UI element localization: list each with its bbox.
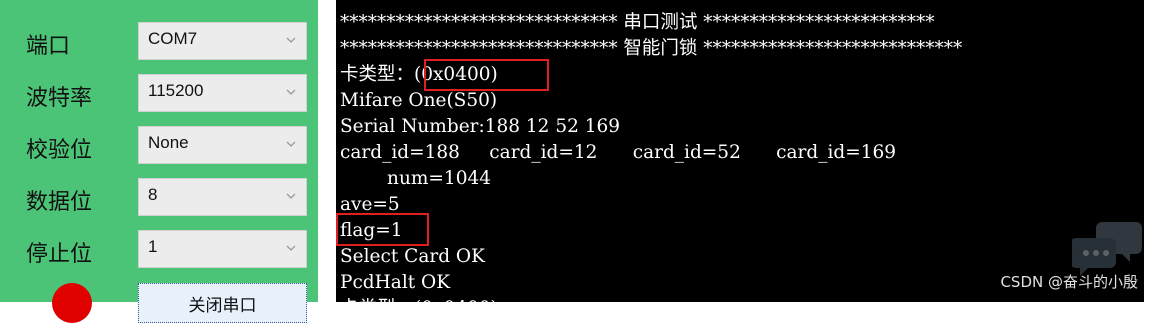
serial-output-terminal[interactable]: ****************************** 串口测试 ****…	[336, 0, 1144, 302]
status-indicator	[52, 283, 92, 323]
databits-select[interactable]: 8	[138, 178, 307, 216]
terminal-line: Select Card OK	[340, 246, 485, 267]
baud-row: 波特率 115200	[0, 74, 318, 114]
port-value: COM7	[148, 29, 198, 48]
baud-value: 115200	[148, 81, 204, 100]
databits-row: 数据位 8	[0, 178, 318, 218]
chevron-down-icon	[284, 241, 298, 255]
terminal-line: Serial Number:188 12 52 169	[340, 116, 621, 137]
port-row: 端口 COM7	[0, 22, 318, 62]
stopbits-select[interactable]: 1	[138, 230, 307, 268]
chevron-down-icon	[284, 189, 298, 203]
baud-select[interactable]: 115200	[138, 74, 307, 112]
port-select[interactable]: COM7	[138, 22, 307, 60]
databits-value: 8	[148, 185, 158, 204]
highlight-box-card-type	[424, 59, 549, 91]
terminal-line: num=1044	[340, 168, 491, 189]
highlight-box-flag	[336, 213, 429, 246]
chevron-down-icon	[284, 33, 298, 47]
stopbits-value: 1	[148, 237, 158, 256]
parity-label: 校验位	[26, 138, 93, 163]
terminal-text: ****************************** 串口测试 ****…	[340, 10, 962, 302]
port-label: 端口	[26, 34, 71, 59]
parity-value: None	[148, 133, 189, 152]
chevron-down-icon	[284, 85, 298, 99]
terminal-line: flag=1	[340, 220, 403, 241]
serial-settings-panel: 端口 COM7 波特率 115200 校验位 None 数据位 8 停止位 1 …	[0, 0, 318, 323]
baud-label: 波特率	[26, 86, 93, 111]
chevron-down-icon	[284, 137, 298, 151]
parity-row: 校验位 None	[0, 126, 318, 166]
terminal-line: Mifare One(S50)	[340, 90, 498, 111]
parity-select[interactable]: None	[138, 126, 307, 164]
close-port-button[interactable]: 关闭串口	[138, 283, 307, 323]
terminal-line: ****************************** 串口测试 ****…	[340, 12, 935, 33]
terminal-line: ave=5	[340, 194, 400, 215]
databits-label: 数据位	[26, 190, 93, 215]
terminal-line: PcdHalt OK	[340, 272, 451, 293]
terminal-line: card_id=188 card_id=12 card_id=52 card_i…	[340, 142, 897, 163]
terminal-line: 卡类型：(0x0400)	[340, 296, 962, 302]
stopbits-label: 停止位	[26, 242, 93, 267]
watermark-text: CSDN @奋斗的小殷	[1000, 273, 1138, 291]
stopbits-row: 停止位 1	[0, 230, 318, 270]
chat-bubble-icon	[1072, 222, 1142, 276]
